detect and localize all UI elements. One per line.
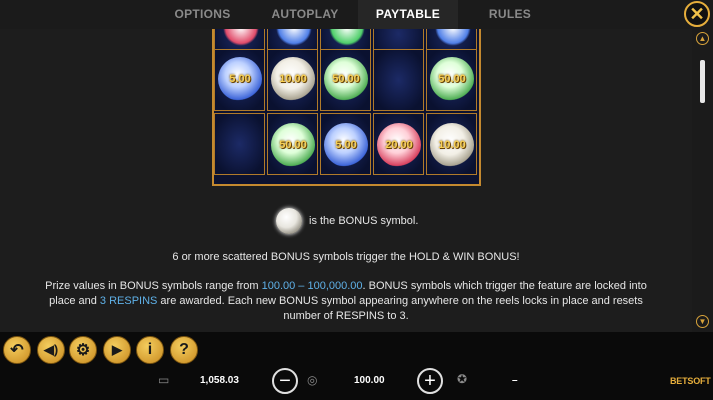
bonus-orb: 5.00 bbox=[324, 123, 368, 167]
reel-cell: 10.00 bbox=[426, 113, 477, 175]
reel-cell: 50.00 bbox=[267, 113, 318, 175]
back-arrow-icon: ↶ bbox=[10, 342, 24, 359]
bonus-orb: 10.00 bbox=[271, 57, 315, 101]
reel-cell: 5.00 bbox=[320, 113, 371, 175]
autoplay-button[interactable]: ▶ bbox=[103, 336, 131, 364]
reel-cell: 50.00 bbox=[320, 49, 371, 111]
reel-cell: 20.00 bbox=[373, 113, 424, 175]
close-icon: ✕ bbox=[689, 3, 705, 24]
win-value: – bbox=[512, 375, 518, 386]
prize-range: 100.00 – 100,000.00 bbox=[261, 280, 363, 292]
settings-button[interactable]: ⚙ bbox=[69, 336, 97, 364]
balance-value: 1,058.03 bbox=[200, 375, 239, 386]
tab-bar: OPTIONS AUTOPLAY PAYTABLE RULES ✕ bbox=[0, 0, 713, 29]
bonus-orb: 50.00 bbox=[324, 57, 368, 101]
orb bbox=[276, 29, 312, 46]
win-medal-icon: ✪ bbox=[457, 372, 468, 386]
info-button[interactable]: i bbox=[136, 336, 164, 364]
reel-cell: 10.00 bbox=[267, 49, 318, 111]
scroll-up-button[interactable]: ▲ bbox=[696, 32, 709, 45]
brand-logo: BETSOFT bbox=[670, 376, 711, 386]
prize-text: Prize values in BONUS symbols range from… bbox=[0, 279, 692, 324]
info-icon: i bbox=[147, 341, 153, 358]
tab-paytable[interactable]: PAYTABLE bbox=[358, 0, 458, 29]
reels-grid: 5.00 10.00 50.00 50.00 50.00 5.00 20.00 … bbox=[212, 29, 481, 186]
prize-text-part: are awarded. Each new BONUS symbol appea… bbox=[157, 295, 643, 307]
wallet-icon: ▭ bbox=[158, 373, 170, 387]
minus-icon: − bbox=[279, 370, 291, 392]
bonus-orb: 50.00 bbox=[430, 57, 474, 101]
chevron-down-icon: ▼ bbox=[698, 317, 707, 326]
pearl-icon bbox=[276, 208, 302, 234]
orb bbox=[223, 29, 259, 46]
increase-bet-button[interactable]: + bbox=[417, 368, 443, 394]
prize-text-part: place and bbox=[49, 295, 100, 307]
close-button[interactable]: ✕ bbox=[684, 1, 710, 27]
orb bbox=[435, 29, 471, 46]
speaker-icon: ◀) bbox=[43, 342, 59, 357]
reel-cell: 5.00 bbox=[214, 49, 265, 111]
paytable-content: 5.00 10.00 50.00 50.00 50.00 5.00 20.00 … bbox=[0, 29, 692, 332]
bottom-bar: ↶ ◀) ⚙ ▶ i ? ▭ 1,058.03 − ◎ 100.00 + ✪ –… bbox=[0, 332, 713, 400]
scrollbar[interactable]: ▲ ▼ bbox=[692, 29, 713, 332]
plus-icon: + bbox=[424, 370, 436, 392]
bonus-symbol-text: is the BONUS symbol. bbox=[309, 215, 419, 227]
prize-text-part: number of RESPINS to 3. bbox=[283, 310, 409, 322]
tab-options[interactable]: OPTIONS bbox=[160, 0, 245, 29]
bonus-orb: 5.00 bbox=[218, 57, 262, 101]
help-button[interactable]: ? bbox=[170, 336, 198, 364]
chevron-up-icon: ▲ bbox=[698, 34, 707, 43]
trigger-text: 6 or more scattered BONUS symbols trigge… bbox=[172, 251, 520, 263]
sound-button[interactable]: ◀) bbox=[37, 336, 65, 364]
decrease-bet-button[interactable]: − bbox=[272, 368, 298, 394]
scroll-down-button[interactable]: ▼ bbox=[696, 315, 709, 328]
tab-rules[interactable]: RULES bbox=[470, 0, 550, 29]
reel-cell bbox=[373, 49, 424, 111]
bonus-orb: 50.00 bbox=[271, 123, 315, 167]
coins-icon: ◎ bbox=[307, 373, 318, 387]
help-icon: ? bbox=[179, 341, 189, 358]
gear-icon: ⚙ bbox=[75, 342, 91, 359]
prize-text-part: Prize values in BONUS symbols range from bbox=[45, 280, 262, 292]
bonus-orb: 20.00 bbox=[377, 123, 421, 167]
respins-count: 3 RESPINS bbox=[99, 295, 158, 307]
reel-cell bbox=[214, 113, 265, 175]
orb bbox=[329, 29, 365, 46]
reel-cell: 50.00 bbox=[426, 49, 477, 111]
bet-value: 100.00 bbox=[354, 375, 385, 386]
play-icon: ▶ bbox=[112, 342, 122, 357]
prize-text-part: . BONUS symbols which trigger the featur… bbox=[362, 280, 647, 292]
tab-autoplay[interactable]: AUTOPLAY bbox=[260, 0, 350, 29]
bonus-orb: 10.00 bbox=[430, 123, 474, 167]
back-button[interactable]: ↶ bbox=[3, 336, 31, 364]
scroll-thumb[interactable] bbox=[700, 60, 705, 103]
